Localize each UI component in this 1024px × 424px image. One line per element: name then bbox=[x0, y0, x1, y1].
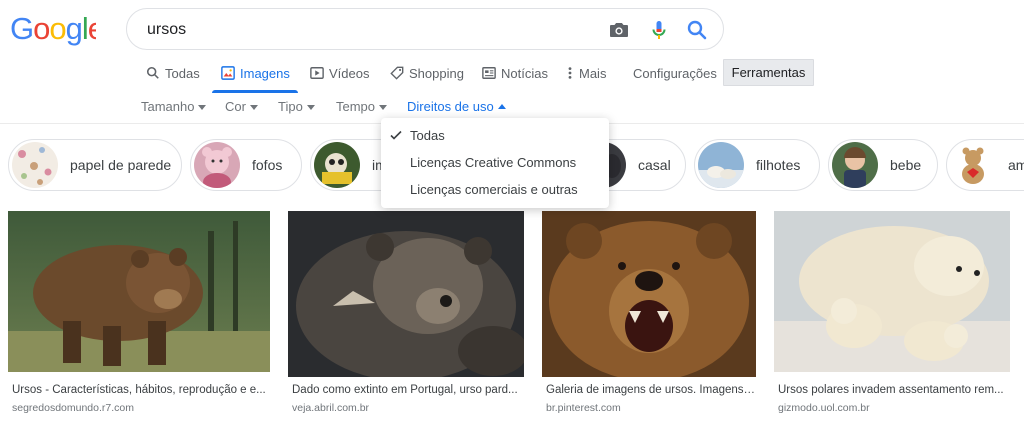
tab-mais[interactable]: Mais bbox=[566, 63, 606, 93]
chevron-down-icon bbox=[306, 105, 315, 110]
result-image[interactable] bbox=[288, 211, 524, 377]
filter-label: Tamanho bbox=[141, 99, 195, 114]
search-input[interactable]: ursos bbox=[147, 21, 186, 39]
result-title[interactable]: Ursos polares invadem assentamento rem..… bbox=[778, 384, 1010, 396]
result-source[interactable]: segredosdomundo.r7.com bbox=[12, 402, 134, 414]
filter-cor[interactable]: Cor bbox=[225, 99, 258, 114]
search-icon bbox=[146, 66, 159, 79]
filter-direitos-de-uso[interactable]: Direitos de uso bbox=[407, 99, 506, 114]
chip-thumbnail bbox=[314, 142, 360, 188]
chip-label: filhotes bbox=[756, 157, 801, 173]
result-source[interactable]: gizmodo.uol.com.br bbox=[778, 402, 870, 414]
menu-item-todas[interactable]: Todas bbox=[381, 122, 609, 148]
svg-text:Google: Google bbox=[10, 12, 96, 46]
result-image[interactable] bbox=[774, 211, 1010, 372]
usage-rights-menu: Todas Licenças Creative Commons Licenças… bbox=[381, 118, 609, 208]
tag-icon bbox=[390, 66, 404, 80]
result-title[interactable]: Galeria de imagens de ursos. Imagens ... bbox=[546, 384, 756, 396]
tab-noticias[interactable]: Notícias bbox=[482, 63, 548, 93]
tab-label: Todas bbox=[165, 66, 200, 81]
menu-item-label: Todas bbox=[410, 127, 445, 143]
more-vert-icon bbox=[568, 67, 572, 79]
tab-videos[interactable]: Vídeos bbox=[310, 63, 369, 93]
video-icon bbox=[310, 67, 324, 79]
result-title[interactable]: Dado como extinto em Portugal, urso pard… bbox=[292, 384, 524, 396]
menu-item-label: Licenças comerciais e outras bbox=[410, 181, 578, 197]
tab-label: Shopping bbox=[409, 66, 464, 81]
filter-label: Cor bbox=[225, 99, 246, 114]
chip-label: casal bbox=[638, 157, 671, 173]
tab-label: Imagens bbox=[240, 66, 290, 81]
tab-imagens[interactable]: Imagens bbox=[221, 63, 290, 93]
chip-label: am bbox=[1008, 157, 1024, 173]
checkmark-icon bbox=[390, 130, 402, 140]
tab-label: Mais bbox=[579, 66, 607, 81]
chip-thumbnail bbox=[698, 142, 744, 188]
tab-shopping[interactable]: Shopping bbox=[390, 63, 464, 93]
chevron-down-icon bbox=[198, 105, 207, 110]
filter-label: Tipo bbox=[278, 99, 303, 114]
filter-label: Tempo bbox=[336, 99, 376, 114]
chip-label: fofos bbox=[252, 157, 283, 173]
active-tab-indicator bbox=[212, 90, 298, 93]
tab-label: Notícias bbox=[501, 66, 548, 81]
news-icon bbox=[482, 67, 496, 79]
chip-thumbnail bbox=[194, 142, 240, 188]
filter-tamanho[interactable]: Tamanho bbox=[141, 99, 207, 114]
search-icon[interactable] bbox=[685, 18, 709, 42]
tab-label: Configurações bbox=[633, 66, 717, 81]
chip-papel-de-parede[interactable]: papel de parede bbox=[8, 139, 182, 191]
menu-item-label: Licenças Creative Commons bbox=[410, 154, 577, 170]
menu-item-commercial[interactable]: Licenças comerciais e outras bbox=[381, 176, 609, 202]
chip-am[interactable]: am bbox=[946, 139, 1024, 191]
chip-label: papel de parede bbox=[70, 157, 172, 173]
chip-fofos[interactable]: fofos bbox=[190, 139, 302, 191]
result-title[interactable]: Ursos - Características, hábitos, reprod… bbox=[12, 384, 268, 396]
search-box[interactable]: ursos bbox=[126, 8, 724, 50]
microphone-icon[interactable] bbox=[647, 18, 671, 42]
filter-tipo[interactable]: Tipo bbox=[278, 99, 315, 114]
menu-item-creative-commons[interactable]: Licenças Creative Commons bbox=[381, 149, 609, 175]
result-source[interactable]: veja.abril.com.br bbox=[292, 402, 369, 414]
chip-thumbnail bbox=[950, 142, 996, 188]
google-logo[interactable]: Google bbox=[10, 12, 96, 46]
filter-label: Direitos de uso bbox=[407, 99, 494, 114]
camera-icon[interactable] bbox=[607, 18, 631, 42]
result-source[interactable]: br.pinterest.com bbox=[546, 402, 621, 414]
chip-filhotes[interactable]: filhotes bbox=[694, 139, 820, 191]
chevron-down-icon bbox=[379, 105, 388, 110]
result-image[interactable] bbox=[542, 211, 756, 377]
tab-label: Vídeos bbox=[329, 66, 370, 81]
chip-bebe[interactable]: bebe bbox=[828, 139, 938, 191]
chip-thumbnail bbox=[12, 142, 58, 188]
chip-label: bebe bbox=[890, 157, 922, 173]
chip-thumbnail bbox=[832, 142, 878, 188]
image-icon bbox=[221, 66, 235, 80]
result-image[interactable] bbox=[8, 211, 270, 372]
chevron-down-icon bbox=[249, 105, 258, 110]
filter-tempo[interactable]: Tempo bbox=[336, 99, 388, 114]
tab-todas[interactable]: Todas bbox=[146, 63, 200, 93]
tab-configuracoes[interactable]: Configurações bbox=[633, 63, 717, 93]
tools-button[interactable]: Ferramentas bbox=[723, 59, 814, 86]
chevron-up-icon bbox=[497, 103, 506, 109]
